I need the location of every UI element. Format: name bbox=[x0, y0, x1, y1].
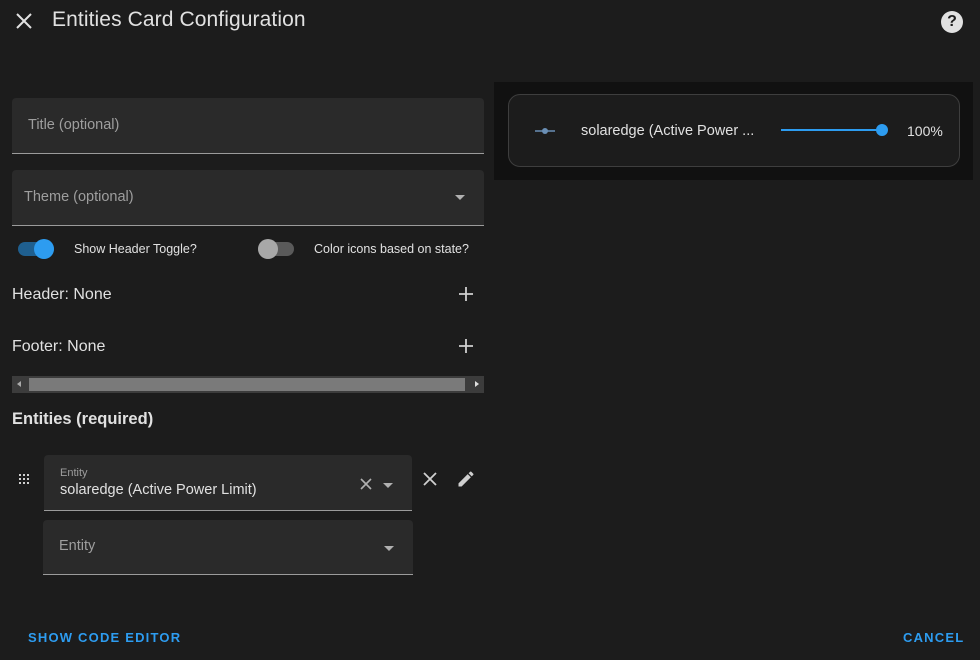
preview-entity-name: solaredge (Active Power ... bbox=[581, 123, 755, 139]
entity-field-value: solaredge (Active Power Limit) bbox=[60, 482, 257, 498]
scrollbar-thumb[interactable] bbox=[29, 378, 465, 391]
close-icon bbox=[16, 13, 32, 29]
entity-field-placeholder: Entity bbox=[59, 538, 96, 554]
preview-slider-track[interactable] bbox=[781, 129, 882, 131]
plus-icon bbox=[459, 287, 473, 301]
title-field-placeholder: Title (optional) bbox=[28, 117, 120, 133]
dialog-title: Entities Card Configuration bbox=[52, 8, 306, 31]
add-header-button[interactable] bbox=[457, 285, 475, 303]
drag-handle[interactable] bbox=[18, 473, 30, 487]
drag-handle-icon bbox=[19, 474, 29, 484]
plus-icon bbox=[459, 339, 473, 353]
chevron-down-icon bbox=[455, 195, 465, 200]
switch-thumb bbox=[34, 239, 54, 259]
add-footer-button[interactable] bbox=[457, 337, 475, 355]
remove-entity-button[interactable] bbox=[421, 470, 439, 488]
title-field[interactable]: Title (optional) bbox=[12, 98, 484, 154]
edit-pencil-icon bbox=[458, 471, 474, 487]
entity-slider-icon bbox=[534, 124, 556, 136]
show-header-toggle-switch[interactable] bbox=[18, 239, 54, 259]
close-button[interactable] bbox=[12, 9, 36, 33]
theme-select-placeholder: Theme (optional) bbox=[24, 189, 134, 205]
preview-slider-thumb[interactable] bbox=[876, 124, 888, 136]
help-button[interactable]: ? bbox=[941, 11, 963, 33]
entity-field-label: Entity bbox=[60, 467, 88, 479]
show-code-editor-button[interactable]: SHOW CODE EDITOR bbox=[28, 630, 181, 645]
color-icons-switch[interactable] bbox=[258, 239, 294, 259]
clear-entity-button[interactable] bbox=[359, 477, 373, 491]
chevron-down-icon[interactable] bbox=[383, 483, 393, 488]
scroll-left-arrow-icon[interactable] bbox=[17, 381, 21, 387]
footer-label: Footer: None bbox=[12, 338, 106, 355]
entities-heading: Entities (required) bbox=[12, 410, 154, 428]
theme-select[interactable]: Theme (optional) bbox=[12, 170, 484, 226]
clear-icon bbox=[360, 478, 372, 490]
scroll-right-arrow-icon[interactable] bbox=[475, 381, 479, 387]
show-header-toggle-label: Show Header Toggle? bbox=[74, 242, 197, 256]
color-icons-label: Color icons based on state? bbox=[314, 242, 469, 256]
switch-thumb bbox=[258, 239, 278, 259]
close-icon bbox=[423, 472, 437, 486]
entity-picker-1[interactable]: Entity solaredge (Active Power Limit) bbox=[44, 455, 412, 511]
header-label: Header: None bbox=[12, 286, 112, 303]
preview-value: 100% bbox=[907, 123, 943, 139]
chevron-down-icon bbox=[384, 546, 394, 551]
entity-picker-2[interactable]: Entity bbox=[43, 520, 413, 575]
help-icon: ? bbox=[947, 13, 957, 30]
edit-entity-button[interactable] bbox=[456, 469, 476, 489]
horizontal-scrollbar[interactable] bbox=[12, 376, 484, 393]
cancel-button[interactable]: CANCEL bbox=[903, 630, 964, 645]
